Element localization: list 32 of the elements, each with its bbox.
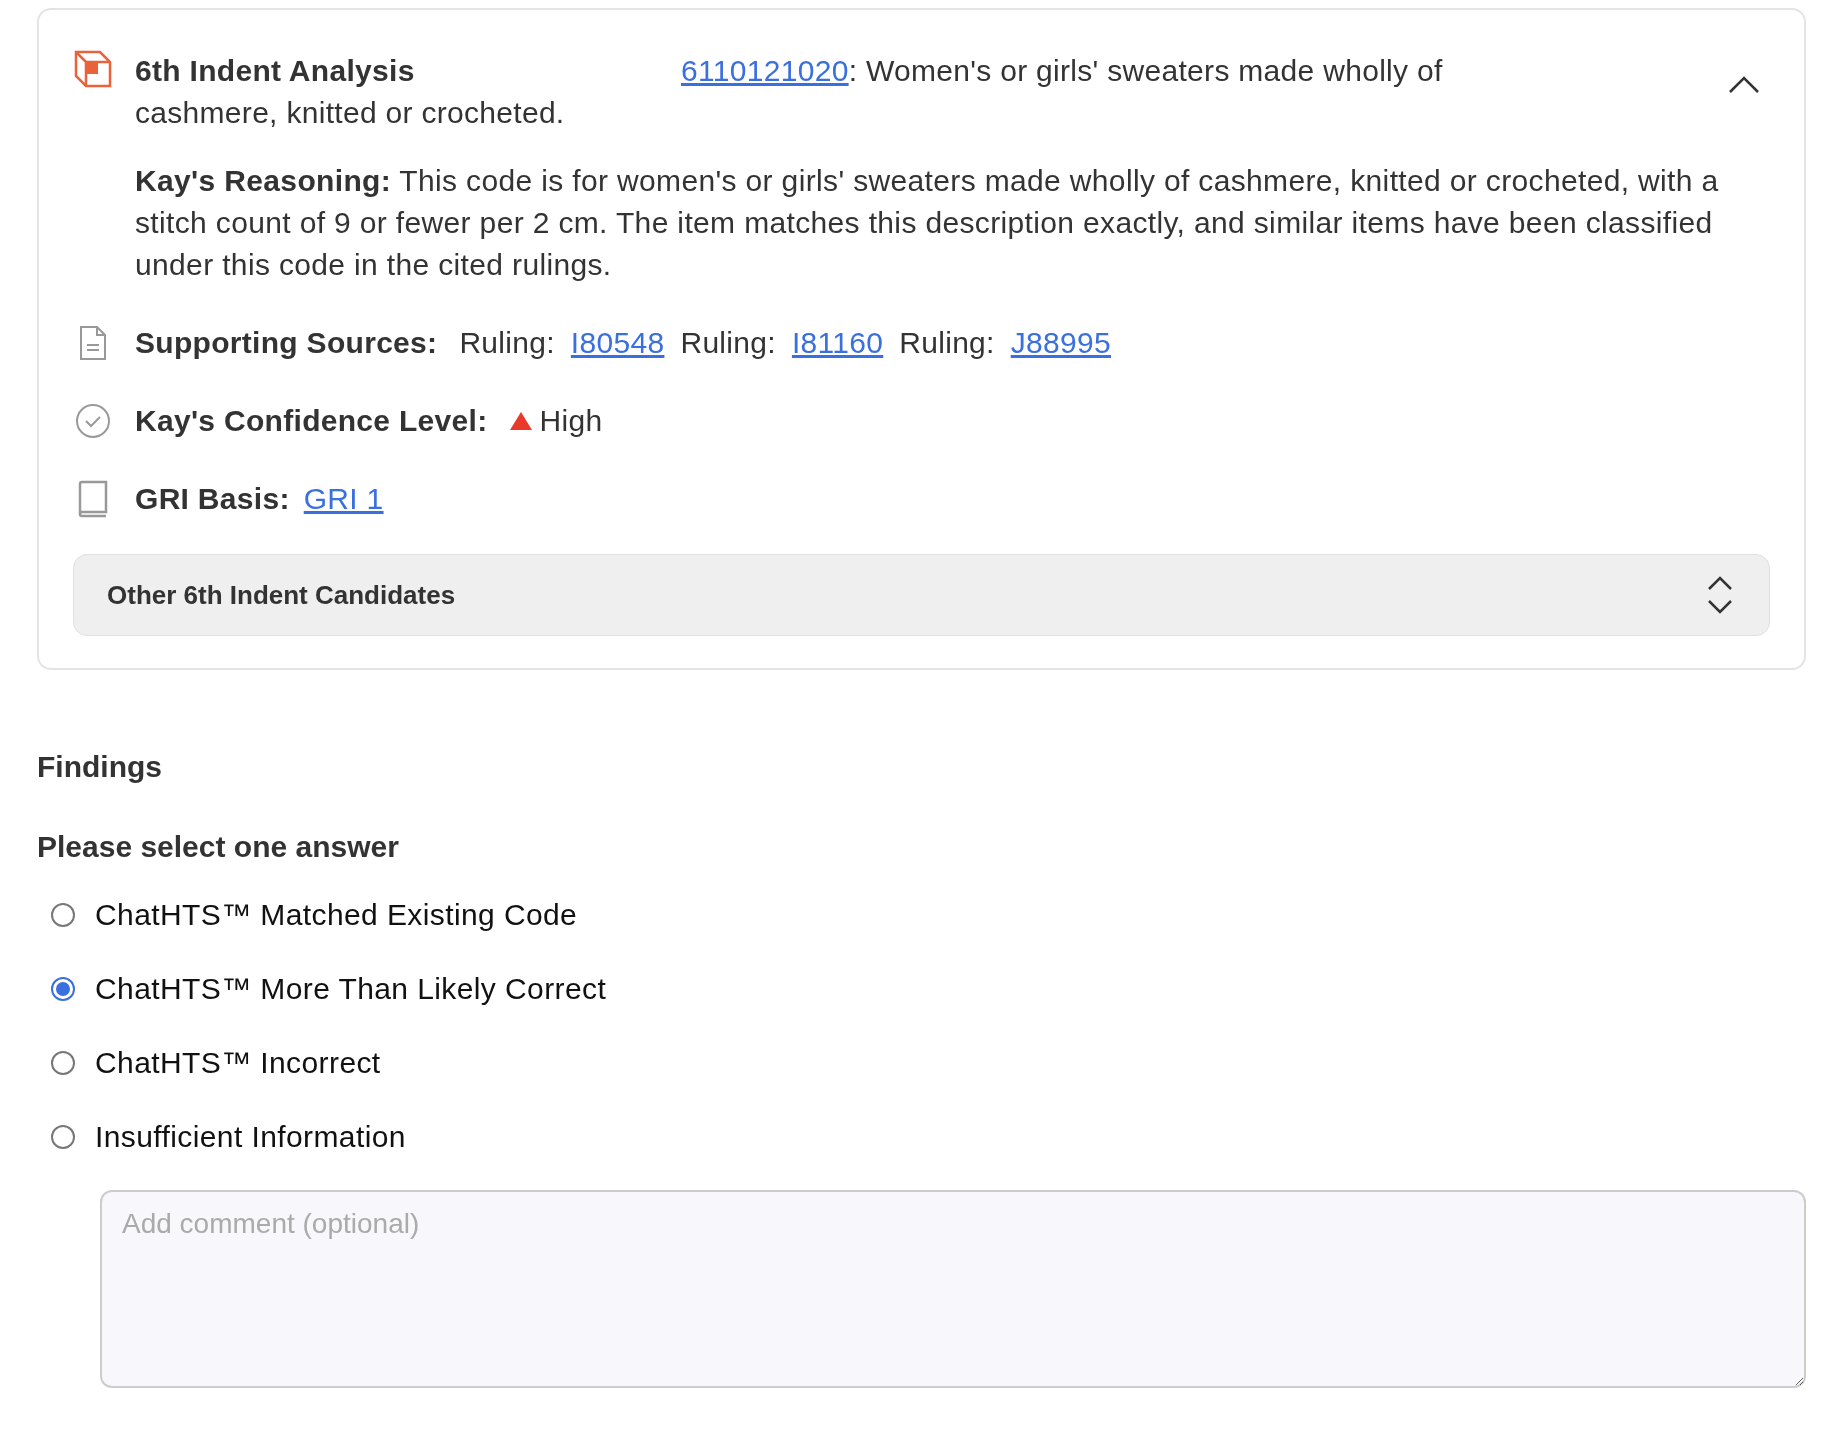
- radio-button[interactable]: [51, 977, 75, 1001]
- radio-button[interactable]: [51, 903, 75, 927]
- ruling-link[interactable]: J88995: [1010, 322, 1111, 364]
- book-icon: [77, 480, 109, 518]
- chevron-up-down-icon: [1707, 576, 1733, 614]
- ruling-label: Ruling:: [899, 325, 995, 361]
- option-label[interactable]: ChatHTS™ Matched Existing Code: [95, 894, 578, 936]
- sources-label: Supporting Sources:: [135, 325, 438, 361]
- ruling-link[interactable]: I81160: [791, 322, 884, 364]
- ruling-link[interactable]: I80548: [570, 322, 665, 364]
- question-label: Please select one answer: [37, 830, 400, 864]
- comment-field[interactable]: Add comment (optional): [100, 1190, 1806, 1388]
- option-label[interactable]: ChatHTS™ Incorrect: [95, 1042, 381, 1084]
- cube-logo-icon: [74, 50, 112, 88]
- gri-link[interactable]: GRI 1: [303, 478, 384, 520]
- reasoning-text: Kay's Reasoning: This code is for women's or girls' sweaters made wholly of cashmere, knitted or crocheted, with a stitch count of 9 or fewer per 2 cm. The item matches this description exactly, and similar items have been classified under this code in the cited rulings.: [135, 163, 1720, 283]
- confidence-label: Kay's Confidence Level:: [135, 403, 488, 439]
- triangle-icon: [509, 411, 534, 431]
- option-label[interactable]: ChatHTS™ More Than Likely Correct: [95, 968, 607, 1010]
- option-label[interactable]: Insufficient Information: [95, 1116, 406, 1158]
- code-link[interactable]: 6110121020: [681, 54, 849, 87]
- ruling-label: Ruling:: [680, 325, 776, 361]
- check-circle-icon: [75, 403, 111, 439]
- gri-basis-label: GRI Basis:: [135, 481, 290, 517]
- radio-button[interactable]: [51, 1125, 75, 1149]
- radio-button[interactable]: [51, 1051, 75, 1075]
- ruling-label: Ruling:: [459, 325, 555, 361]
- analysis-heading: 6th Indent Analysis 6110121020: Women's or girls' sweaters made wholly of cashmere, knitted or crocheted.: [135, 53, 1444, 131]
- document-icon: [78, 325, 108, 361]
- candidates-dropdown[interactable]: Other 6th Indent Candidates: [73, 554, 1770, 636]
- confidence-value: High: [539, 403, 603, 439]
- findings-heading: Findings: [37, 750, 163, 784]
